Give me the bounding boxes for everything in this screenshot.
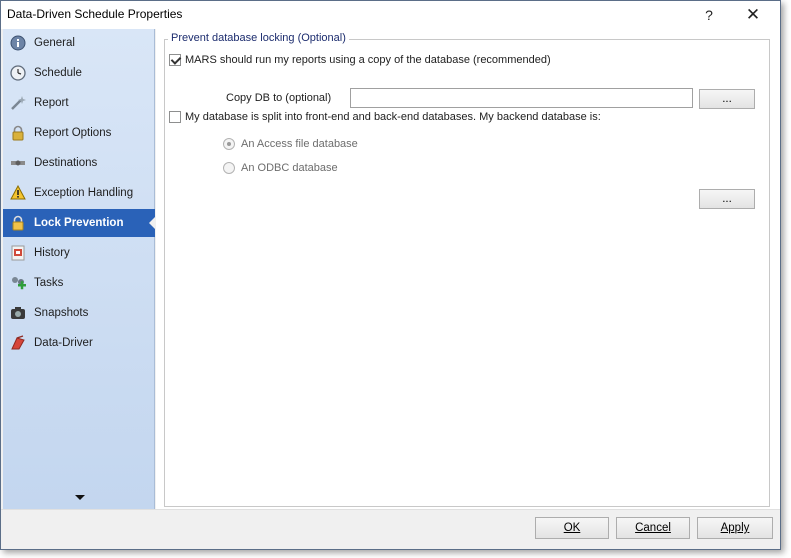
content-panel: Prevent database locking (Optional) MARS…: [156, 29, 780, 509]
sidebar-item-label: Destinations: [34, 157, 98, 169]
copy-to-browse-button[interactable]: ...: [699, 89, 755, 109]
split-database-label: My database is split into front-end and …: [185, 111, 601, 123]
title-bar: Data-Driven Schedule Properties ? ✕: [1, 1, 780, 29]
cancel-button[interactable]: Cancel: [616, 517, 690, 539]
ok-button[interactable]: OK: [535, 517, 609, 539]
clock-icon: [9, 64, 27, 82]
lock-icon: [9, 214, 27, 232]
sidebar-item-history[interactable]: History: [3, 239, 155, 267]
driver-icon: [9, 334, 27, 352]
copy-to-row: Copy DB to (optional): [226, 92, 331, 104]
sidebar-item-destinations[interactable]: Destinations: [3, 149, 155, 177]
sidebar-item-label: Schedule: [34, 67, 82, 79]
group-title: Prevent database locking (Optional): [168, 32, 349, 44]
close-button[interactable]: ✕: [733, 3, 773, 27]
sidebar-scroll-down-icon[interactable]: [75, 495, 85, 500]
access-database-radio[interactable]: [223, 138, 235, 150]
sidebar-item-data-driver[interactable]: Data-Driver: [3, 329, 155, 357]
sidebar-item-label: Lock Prevention: [34, 217, 124, 229]
split-database-checkbox[interactable]: [169, 111, 181, 123]
history-icon: [9, 244, 27, 262]
camera-icon: [9, 304, 27, 322]
copy-database-checkbox[interactable]: [169, 54, 181, 66]
odbc-database-option[interactable]: An ODBC database: [223, 162, 338, 174]
sidebar-item-label: History: [34, 247, 70, 259]
help-button[interactable]: ?: [689, 3, 729, 27]
properties-window: Data-Driven Schedule Properties ? ✕ Gene…: [0, 0, 781, 550]
copy-database-label: MARS should run my reports using a copy …: [185, 54, 551, 66]
lock-prevention-group: Prevent database locking (Optional) MARS…: [164, 32, 770, 507]
sidebar-item-exception-handling[interactable]: Exception Handling: [3, 179, 155, 207]
sidebar-item-general[interactable]: General: [3, 29, 155, 57]
sidebar-item-report-options[interactable]: Report Options: [3, 119, 155, 147]
window-title: Data-Driven Schedule Properties: [7, 7, 183, 21]
tasks-icon: [9, 274, 27, 292]
sidebar-item-label: Report: [34, 97, 69, 109]
info-icon: [9, 34, 27, 52]
apply-button-label: Apply: [720, 522, 750, 534]
split-database-option[interactable]: My database is split into front-end and …: [169, 111, 601, 123]
sidebar-item-report[interactable]: Report: [3, 89, 155, 117]
access-database-label: An Access file database: [241, 138, 358, 150]
sidebar-item-label: Snapshots: [34, 307, 89, 319]
copy-to-label: Copy DB to (optional): [226, 92, 332, 104]
warning-icon: [9, 184, 27, 202]
sidebar-item-label: Exception Handling: [34, 187, 134, 199]
sidebar-item-snapshots[interactable]: Snapshots: [3, 299, 155, 327]
sidebar-item-schedule[interactable]: Schedule: [3, 59, 155, 87]
satellite-icon: [9, 154, 27, 172]
backend-browse-button[interactable]: ...: [699, 189, 755, 209]
sidebar-item-label: Report Options: [34, 127, 112, 139]
ok-button-label: OK: [563, 522, 581, 534]
wand-icon: [9, 94, 27, 112]
odbc-database-radio[interactable]: [223, 162, 235, 174]
sidebar-item-tasks[interactable]: Tasks: [3, 269, 155, 297]
sidebar-item-label: General: [34, 37, 75, 49]
sidebar-item-label: Tasks: [34, 277, 64, 289]
access-database-option[interactable]: An Access file database: [223, 138, 358, 150]
sidebar: General Schedule Report Report Options D…: [3, 29, 156, 509]
sidebar-item-label: Data-Driver: [34, 337, 93, 349]
dialog-footer: OK Cancel Apply: [1, 509, 780, 549]
apply-button[interactable]: Apply: [697, 517, 773, 539]
copy-to-input[interactable]: [350, 88, 693, 108]
cancel-button-label: Cancel: [635, 522, 671, 534]
lock-icon: [9, 124, 27, 142]
copy-database-option[interactable]: MARS should run my reports using a copy …: [169, 54, 551, 66]
odbc-database-label: An ODBC database: [241, 162, 338, 174]
sidebar-item-lock-prevention[interactable]: Lock Prevention: [3, 209, 156, 237]
